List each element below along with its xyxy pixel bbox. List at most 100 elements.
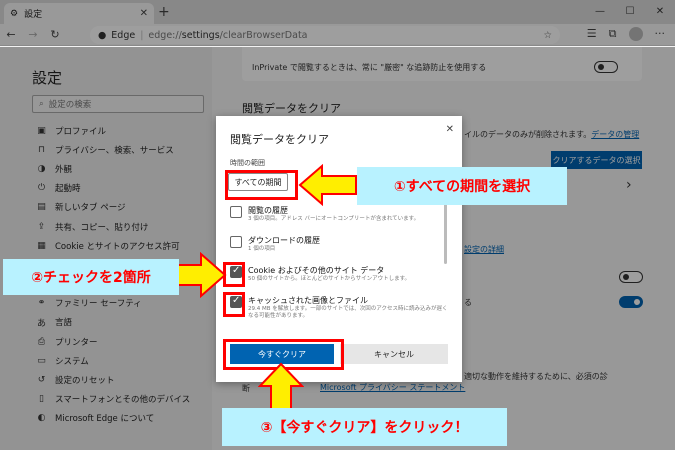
sidebar-item[interactable]: ⏻ 起動時: [36, 179, 190, 198]
diagnostic-text: 適切な動作を維持するために、必須の診: [464, 372, 608, 381]
address-bar[interactable]: ● Edge | edge://settings/clearBrowserDat…: [90, 26, 560, 44]
search-icon: ⌕: [39, 99, 44, 109]
url-prefix: edge://: [148, 29, 182, 41]
close-window-icon[interactable]: ✕: [645, 0, 675, 22]
cancel-button[interactable]: キャンセル: [340, 344, 448, 364]
sidebar-item-label: 設定のリセット: [55, 376, 115, 387]
favorite-star-icon[interactable]: ☆: [543, 30, 552, 41]
sidebar-item-label: プロファイル: [55, 126, 107, 137]
checkbox[interactable]: [230, 236, 242, 248]
settings-sidebar: 設定 ⌕ 設定の検索 ▣ プロファイル ⊓ プライバシー、検索、サービス ◑ 外観 ⏻ 起動時…: [0, 47, 212, 450]
sidebar-item[interactable]: あ言語: [36, 313, 190, 332]
clear-data-heading: 閲覧データをクリア: [242, 102, 341, 115]
phone-icon: ▯: [39, 394, 44, 405]
tab-title: 設定: [24, 10, 43, 20]
favorites-icon[interactable]: ☰: [587, 27, 597, 41]
cookie-icon: ▦: [37, 240, 46, 251]
time-range-label: 時間の範囲: [230, 159, 265, 167]
reset-icon: ↺: [37, 375, 46, 386]
step2-callout: ②チェックを2箇所: [3, 259, 179, 295]
sidebar-item-label: 起動時: [55, 184, 81, 195]
inprivate-card: InPrivate で閲覧するときは、常に "厳密" な追跡防止を使用する: [242, 47, 642, 81]
sidebar-item-label: スマートフォンとその他のデバイス: [55, 395, 191, 406]
close-icon[interactable]: ✕: [446, 124, 454, 135]
range-highlight: [225, 170, 298, 200]
data-type-description: 50 個のサイトから。ほとんどのサイトからサインアウトします。: [248, 276, 411, 282]
data-type-item: ダウンロードの履歴 1 個の項目: [230, 234, 445, 260]
setting-toggle-on[interactable]: [619, 296, 643, 308]
sidebar-item-label: プライバシー、検索、サービス: [55, 145, 174, 156]
data-type-description: 3 個の項目。アドレス バーにオートコンプリートが含まれています。: [248, 216, 420, 222]
sidebar-item[interactable]: ⇪ 共有、コピー、貼り付け: [36, 217, 190, 236]
inprivate-toggle[interactable]: [594, 61, 618, 73]
data-type-description: 29.4 MB を解放します。一部のサイトでは、次回のアクセス時に読み込みが遅く…: [248, 306, 448, 320]
setting-toggle-off[interactable]: [619, 271, 643, 283]
sidebar-item[interactable]: ▤ 新しいタブ ページ: [36, 198, 190, 217]
clear-data-description: イルのデータのみが削除されます。データの管理: [464, 129, 639, 140]
settings-search-input[interactable]: ⌕ 設定の検索: [32, 95, 204, 113]
step3-callout: ③【今すぐクリア】をクリック！: [222, 408, 507, 446]
close-tab-icon[interactable]: ✕: [140, 8, 148, 19]
data-type-description: 1 個の項目: [248, 246, 276, 252]
new-tab-button[interactable]: +: [158, 4, 170, 20]
power-icon: ⏻: [37, 183, 46, 194]
chevron-right-icon[interactable]: ›: [626, 177, 632, 193]
sidebar-item-label: Microsoft Edge について: [55, 414, 155, 425]
browser-tab[interactable]: ⚙ 設定 ✕: [4, 3, 154, 24]
data-type-title: 閲覧の履歴: [248, 206, 288, 215]
brand-label: Edge: [111, 29, 136, 41]
setting-text-fragment: る: [464, 298, 472, 307]
privacy-statement-link[interactable]: Microsoft プライバシー ステートメント: [320, 382, 465, 393]
url-rest: /clearBrowserData: [219, 29, 308, 41]
data-type-item: キャッシュされた画像とファイル29.4 MB を解放します。一部のサイトでは、次…: [230, 294, 448, 320]
arrow-up-step3: [258, 362, 304, 411]
step1-callout: ①すべての期間を選択: [357, 167, 567, 205]
url-text: edge://settings/clearBrowserData: [148, 30, 307, 41]
forward-icon[interactable]: →: [22, 28, 44, 41]
sidebar-item-label: システム: [55, 356, 89, 367]
address-separator: |: [140, 29, 144, 41]
checkbox[interactable]: [230, 206, 242, 218]
minimize-icon[interactable]: —: [585, 0, 615, 22]
collections-icon[interactable]: ⧉: [609, 27, 617, 41]
sidebar-item[interactable]: ▯ スマートフォンとその他のデバイス: [36, 390, 190, 409]
maximize-icon[interactable]: ☐: [615, 0, 645, 22]
back-icon[interactable]: ←: [0, 28, 22, 41]
profile-icon: ▣: [37, 125, 46, 136]
avatar[interactable]: [628, 27, 643, 41]
page-title: 設定: [32, 69, 63, 87]
diagnostic-prefix: 断: [242, 384, 250, 393]
lock-icon: ⊓: [37, 144, 46, 155]
sidebar-item[interactable]: ⊓ プライバシー、検索、サービス: [36, 140, 190, 159]
data-type-title: Cookie およびその他のサイト データ: [248, 266, 385, 275]
more-icon[interactable]: ···: [655, 27, 666, 41]
sidebar-item[interactable]: ◐ Microsoft Edge について: [36, 409, 190, 428]
toolbar: ← → ↻ ● Edge | edge://settings/clearBrow…: [0, 24, 675, 46]
appearance-icon: ◑: [37, 163, 46, 174]
share-icon: ⇪: [37, 221, 46, 232]
dialog-scrollbar[interactable]: [444, 204, 447, 264]
edge-icon: ◐: [37, 413, 46, 424]
data-type-title: キャッシュされた画像とファイル: [248, 296, 368, 305]
refresh-icon[interactable]: ↻: [44, 28, 66, 41]
family-icon: ⚭: [37, 298, 46, 309]
sidebar-item[interactable]: ◑ 外観: [36, 159, 190, 178]
detail-settings-link[interactable]: 設定の詳細: [464, 244, 504, 255]
data-type-title: ダウンロードの履歴: [248, 236, 320, 245]
language-icon: あ: [36, 318, 46, 329]
newtab-icon: ▤: [37, 202, 46, 213]
dialog-title: 閲覧データをクリア: [230, 133, 329, 146]
printer-icon: ⎙: [37, 336, 46, 347]
sidebar-item-label: 共有、コピー、貼り付け: [55, 222, 149, 233]
sidebar-item[interactable]: ▭ システム: [36, 351, 190, 370]
sidebar-item-label: Cookie とサイトのアクセス許可: [55, 241, 180, 252]
edge-icon: ●: [98, 29, 107, 41]
description-fragment: イルのデータのみが削除されます。: [464, 130, 592, 139]
sidebar-item[interactable]: ▣ プロファイル: [36, 121, 190, 140]
sidebar-item[interactable]: ↺ 設定のリセット: [36, 370, 190, 389]
title-bar: ⚙ 設定 ✕ + — ☐ ✕: [0, 0, 675, 24]
sidebar-item-label: プリンター: [55, 337, 98, 348]
sidebar-item[interactable]: ⎙ プリンター: [36, 332, 190, 351]
url-settings: settings: [181, 29, 220, 41]
manage-data-link[interactable]: データの管理: [591, 130, 639, 139]
